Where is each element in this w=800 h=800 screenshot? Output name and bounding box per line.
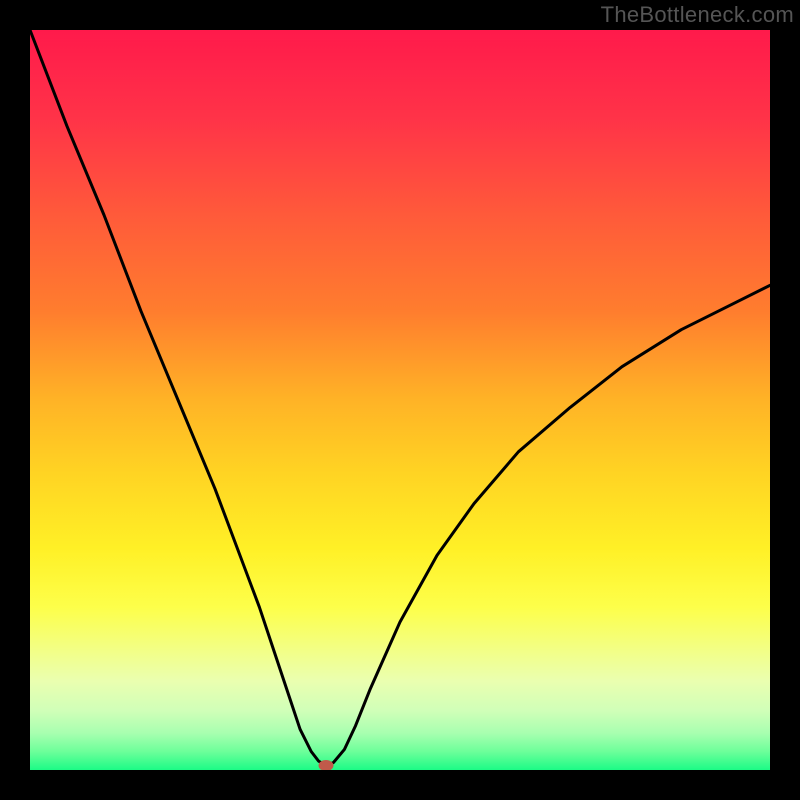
plot-svg: [30, 30, 770, 770]
chart-frame: TheBottleneck.com: [0, 0, 800, 800]
heat-background: [30, 30, 770, 770]
plot-area: [30, 30, 770, 770]
watermark-text: TheBottleneck.com: [601, 2, 794, 28]
optimal-point-marker: [319, 761, 333, 770]
